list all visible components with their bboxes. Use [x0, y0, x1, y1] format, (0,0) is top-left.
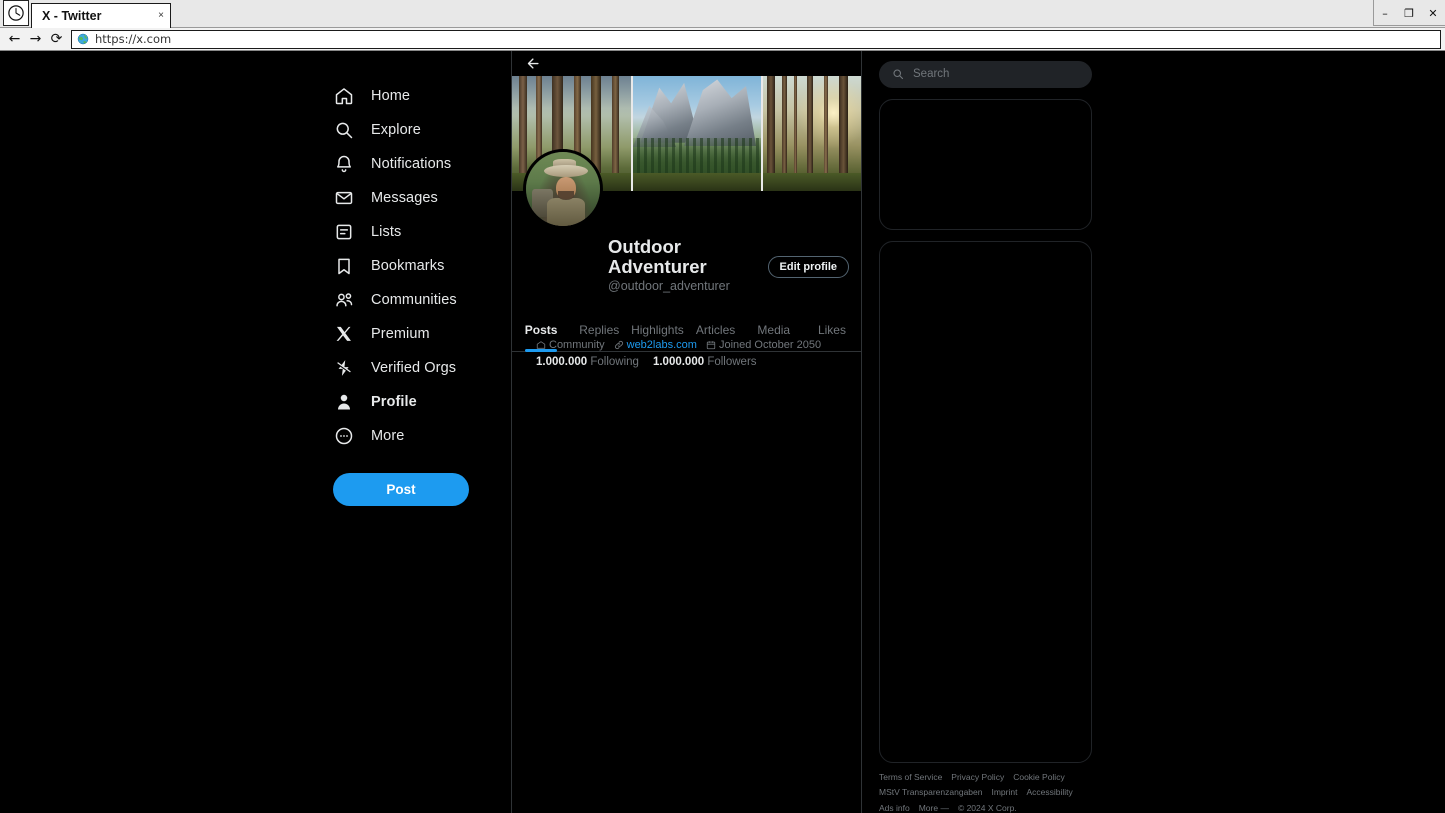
sidebar-item-explore[interactable]: Explore: [333, 113, 491, 147]
profile-handle: @outdoor_adventurer: [608, 278, 730, 293]
sidebar-item-label: Lists: [371, 224, 402, 240]
close-window-button[interactable]: ✕: [1421, 0, 1445, 26]
side-panel-primary[interactable]: [879, 98, 1092, 231]
footer-link-ads-info[interactable]: Ads info: [879, 803, 910, 813]
reload-button-icon[interactable]: ⟳: [46, 29, 67, 49]
footer-link-more[interactable]: More —: [919, 803, 949, 813]
search-input[interactable]: [913, 68, 1079, 81]
back-arrow-icon[interactable]: [523, 54, 543, 74]
followers-count[interactable]: 1.000.000 Followers: [653, 356, 757, 368]
window-controls: – ❐ ✕: [1373, 0, 1445, 26]
sidebar-item-label: Verified Orgs: [371, 360, 457, 376]
tab-highlights[interactable]: Highlights: [628, 322, 686, 351]
bell-icon: [333, 153, 355, 175]
browser-chrome: X - Twitter × – ❐ ✕ ← → ⟳ https://x.com: [0, 0, 1445, 51]
sidebar-item-label: Messages: [371, 190, 438, 206]
person-icon: [333, 391, 355, 413]
avatar[interactable]: [523, 149, 603, 229]
post-button[interactable]: Post: [333, 473, 469, 506]
browser-navbar: ← → ⟳ https://x.com: [0, 28, 1445, 50]
sidebar-item-label: Home: [371, 88, 411, 104]
following-value: 1.000.000: [536, 355, 588, 368]
sidebar-item-label: Explore: [371, 122, 421, 138]
url-text: https://x.com: [95, 32, 172, 46]
list-icon: [333, 221, 355, 243]
bookmark-icon: [333, 255, 355, 277]
sidebar-item-more[interactable]: More: [333, 419, 491, 453]
footer-link-mstv-transparenzangaben[interactable]: MStV Transparenzangaben: [879, 787, 982, 798]
right-sidebar: Terms of Service Privacy Policy Cookie P…: [862, 51, 1102, 813]
profile-display-name: Outdoor Adventurer: [608, 236, 707, 278]
search-icon: [333, 119, 355, 141]
profile-counts: 1.000.000 Following 1.000.000 Followers: [524, 356, 849, 368]
tab-media[interactable]: Media: [745, 322, 803, 351]
followers-value: 1.000.000: [652, 355, 705, 368]
following-count[interactable]: 1.000.000 Following: [536, 356, 639, 368]
edit-profile-button[interactable]: Edit profile: [767, 255, 849, 278]
globe-icon: [77, 33, 89, 45]
tab-articles[interactable]: Articles: [687, 322, 745, 351]
profile-topbar: [512, 51, 861, 76]
envelope-icon: [333, 187, 355, 209]
profile-feed: [512, 352, 861, 813]
sidebar-item-profile[interactable]: Profile: [333, 385, 491, 419]
browser-titlebar: X - Twitter × – ❐ ✕: [0, 0, 1445, 28]
sidebar-item-home[interactable]: Home: [333, 79, 491, 113]
footer-links: Terms of Service Privacy Policy Cookie P…: [879, 772, 1079, 813]
search-box[interactable]: [879, 61, 1092, 88]
profile-identity-block: Outdoor Adventurer Edit profile @outdoor…: [512, 149, 861, 368]
sidebar-item-bookmarks[interactable]: Bookmarks: [333, 249, 491, 283]
banner-panel-mountain: [630, 76, 764, 191]
tab-posts[interactable]: Posts: [512, 322, 570, 352]
following-label: Following: [590, 355, 639, 368]
people-icon: [333, 289, 355, 311]
tab-likes[interactable]: Likes: [803, 322, 861, 351]
url-bar[interactable]: https://x.com: [71, 29, 1441, 49]
sidebar-item-label: Notifications: [371, 156, 452, 172]
maximize-button[interactable]: ❐: [1397, 0, 1421, 26]
sidebar-item-premium[interactable]: Premium: [333, 317, 491, 351]
side-panel-secondary[interactable]: [879, 241, 1092, 763]
profile-tabs: Posts Replies Highlights Articles Media …: [512, 322, 861, 352]
followers-label: Followers: [707, 355, 757, 368]
sidebar-item-label: Premium: [371, 326, 430, 342]
minimize-button[interactable]: –: [1373, 0, 1397, 26]
close-icon[interactable]: ×: [136, 11, 164, 21]
footer-link-terms-of-service[interactable]: Terms of Service: [879, 772, 942, 783]
sidebar-item-label: Profile: [371, 394, 417, 410]
lightning-badge-icon: [333, 357, 355, 379]
footer-link-privacy-policy[interactable]: Privacy Policy: [951, 772, 1004, 783]
footer-link-imprint[interactable]: Imprint: [991, 787, 1017, 798]
back-button-icon[interactable]: ←: [4, 29, 25, 49]
browser-tab[interactable]: X - Twitter ×: [31, 3, 171, 28]
more-circle-icon: [333, 425, 355, 447]
tab-replies[interactable]: Replies: [570, 322, 628, 351]
sidebar-item-label: More: [371, 428, 405, 444]
sidebar-item-label: Bookmarks: [371, 258, 445, 274]
search-icon: [892, 68, 904, 80]
footer-link-accessibility[interactable]: Accessibility: [1026, 787, 1072, 798]
sidebar-item-lists[interactable]: Lists: [333, 215, 491, 249]
footer-link-cookie-policy[interactable]: Cookie Policy: [1013, 772, 1065, 783]
home-icon: [333, 85, 355, 107]
forward-button-icon[interactable]: →: [25, 29, 46, 49]
x-logo-icon: [333, 323, 355, 345]
sidebar-item-messages[interactable]: Messages: [333, 181, 491, 215]
sidebar-item-verified-orgs[interactable]: Verified Orgs: [333, 351, 491, 385]
profile-column: Outdoor Adventurer Edit profile @outdoor…: [512, 51, 862, 813]
banner-panel-forest-right: [763, 76, 861, 191]
primary-sidebar: Home Explore Notifications Messages List…: [0, 51, 512, 813]
sidebar-item-label: Communities: [371, 292, 457, 308]
sidebar-item-notifications[interactable]: Notifications: [333, 147, 491, 181]
sidebar-item-communities[interactable]: Communities: [333, 283, 491, 317]
browser-tab-title: X - Twitter: [42, 9, 102, 23]
x-app-page: Home Explore Notifications Messages List…: [0, 51, 1445, 813]
footer-copyright: © 2024 X Corp.: [957, 802, 1017, 813]
clock-icon: [3, 0, 29, 26]
